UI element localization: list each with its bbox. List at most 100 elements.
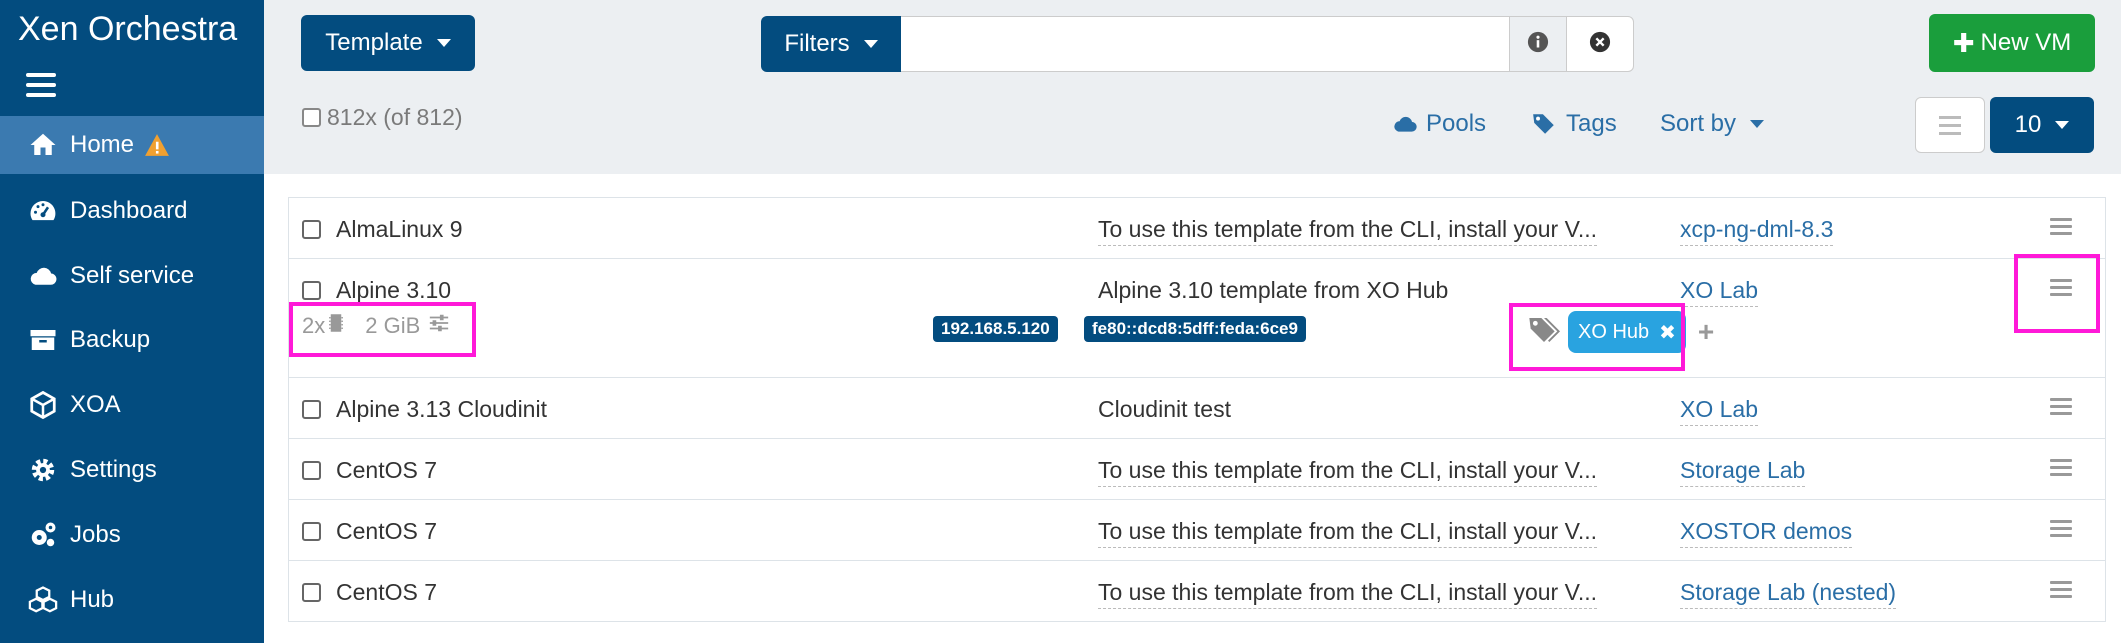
home-icon <box>26 130 60 160</box>
template-name[interactable]: Alpine 3.10 <box>336 277 451 304</box>
cpu-icon <box>329 312 344 340</box>
row-checkbox[interactable] <box>302 583 321 602</box>
pool-link[interactable]: XO Lab <box>1680 277 1758 307</box>
warning-icon <box>144 132 170 158</box>
pool-link[interactable]: xcp-ng-dml-8.3 <box>1680 216 1834 246</box>
row-checkbox[interactable] <box>302 400 321 419</box>
template-description[interactable]: To use this template from the CLI, insta… <box>1098 216 1597 246</box>
sidebar-item-home[interactable]: Home <box>0 116 264 174</box>
add-tag-icon[interactable]: + <box>1698 316 1714 348</box>
pool-link[interactable]: Storage Lab (nested) <box>1680 579 1897 609</box>
row-menu-icon[interactable] <box>2050 279 2072 297</box>
sidebar-item-label: Hub <box>70 586 115 613</box>
table-row[interactable]: CentOS 7 To use this template from the C… <box>289 439 2105 500</box>
gear-icon <box>26 455 60 485</box>
sort-label: Sort by <box>1660 110 1737 137</box>
tags-filter[interactable]: Tags <box>1530 110 1617 138</box>
tag-list: XO Hub ✖ + <box>1526 311 1714 353</box>
selection-count: 812x (of 812) <box>327 104 463 130</box>
table-row[interactable]: Alpine 3.10 Alpine 3.10 template from XO… <box>289 259 2105 378</box>
pool-link[interactable]: XO Lab <box>1680 396 1758 426</box>
row-menu-icon[interactable] <box>2050 398 2072 416</box>
template-name[interactable]: CentOS 7 <box>336 457 437 484</box>
bulk-actions-button[interactable] <box>1915 97 1985 153</box>
template-list: AlmaLinux 9 To use this template from th… <box>288 197 2106 622</box>
cpu-count: 2x <box>302 313 326 338</box>
table-row[interactable]: AlmaLinux 9 To use this template from th… <box>289 198 2105 259</box>
tags-icon <box>1526 314 1562 351</box>
tags-icon <box>1533 114 1554 134</box>
sidebar-item-label: Self service <box>70 262 195 289</box>
template-name[interactable]: Alpine 3.13 Cloudinit <box>336 396 547 423</box>
row-checkbox[interactable] <box>302 220 321 239</box>
archive-icon <box>26 325 60 355</box>
row-menu-icon[interactable] <box>2050 520 2072 538</box>
tag-label: XO Hub <box>1578 320 1650 343</box>
template-name[interactable]: AlmaLinux 9 <box>336 216 463 243</box>
pools-filter[interactable]: Pools <box>1392 110 1486 138</box>
filters-dropdown-label: Filters <box>784 30 850 57</box>
sidebar-item-self-service[interactable]: Self service <box>0 247 264 305</box>
pool-link[interactable]: Storage Lab <box>1680 457 1806 487</box>
menu-toggle-icon[interactable] <box>26 73 56 97</box>
sidebar-item-label: Dashboard <box>70 197 188 224</box>
app-title[interactable]: Xen Orchestra <box>18 10 237 49</box>
sidebar-item-jobs[interactable]: Jobs <box>0 506 264 564</box>
row-menu-icon[interactable] <box>2050 218 2072 236</box>
chevron-down-icon <box>436 39 451 47</box>
table-row[interactable]: Alpine 3.13 Cloudinit Cloudinit test XO … <box>289 378 2105 439</box>
template-description[interactable]: To use this template from the CLI, insta… <box>1098 518 1597 548</box>
sidebar-item-backup[interactable]: Backup <box>0 311 264 369</box>
pool-link[interactable]: XOSTOR demos <box>1680 518 1853 548</box>
row-menu-icon[interactable] <box>2050 459 2072 477</box>
sidebar-item-xoa[interactable]: XOA <box>0 376 264 434</box>
list-icon <box>1939 115 1961 135</box>
sidebar-item-dashboard[interactable]: Dashboard <box>0 182 264 240</box>
template-name[interactable]: CentOS 7 <box>336 579 437 606</box>
filter-help-button[interactable] <box>1509 16 1567 72</box>
row-checkbox[interactable] <box>302 522 321 541</box>
chevron-down-icon <box>2055 121 2070 129</box>
tag-chip[interactable]: XO Hub ✖ <box>1568 311 1686 353</box>
sidebar-item-label: Jobs <box>70 521 121 548</box>
cloud-icon <box>1394 116 1417 132</box>
table-row[interactable]: CentOS 7 To use this template from the C… <box>289 561 2105 622</box>
template-specs[interactable]: 2x 2 GiB <box>302 312 450 340</box>
page-size-dropdown[interactable]: 10 <box>1990 97 2094 153</box>
sidebar-item-hub[interactable]: Hub <box>0 571 264 629</box>
template-name[interactable]: CentOS 7 <box>336 518 437 545</box>
info-icon <box>1527 31 1549 58</box>
remove-tag-icon[interactable]: ✖ <box>1659 320 1676 345</box>
memory-size: 2 GiB <box>365 313 421 338</box>
sort-dropdown[interactable]: Sort by <box>1660 110 1765 138</box>
sidebar-item-settings[interactable]: Settings <box>0 441 264 499</box>
new-vm-label: New VM <box>1980 29 2072 56</box>
sidebar-item-label: Home <box>70 131 135 158</box>
table-row[interactable]: CentOS 7 To use this template from the C… <box>289 500 2105 561</box>
row-menu-icon[interactable] <box>2050 581 2072 599</box>
select-all-checkbox[interactable] <box>302 108 321 127</box>
pools-label: Pools <box>1426 110 1487 137</box>
plus-icon: ✚ <box>1952 27 1975 58</box>
template-description[interactable]: To use this template from the CLI, insta… <box>1098 457 1597 487</box>
sidebar: Xen Orchestra Home Dashboard Self servic… <box>0 0 264 643</box>
select-all[interactable]: 812x (of 812) <box>302 104 463 131</box>
sidebar-item-label: Settings <box>70 456 157 483</box>
template-description[interactable]: To use this template from the CLI, insta… <box>1098 579 1597 609</box>
template-description[interactable]: Alpine 3.10 template from XO Hub <box>1098 277 1448 306</box>
cloud-icon <box>26 261 60 291</box>
sliders-icon[interactable] <box>428 312 450 340</box>
row-checkbox[interactable] <box>302 281 321 300</box>
filters-dropdown[interactable]: Filters <box>761 16 901 72</box>
chevron-down-icon <box>1750 120 1765 128</box>
row-checkbox[interactable] <box>302 461 321 480</box>
chevron-down-icon <box>863 40 878 48</box>
filter-input[interactable] <box>901 16 1509 72</box>
new-vm-button[interactable]: ✚ New VM <box>1929 14 2095 72</box>
cubes-icon <box>26 585 60 615</box>
dashboard-icon <box>26 196 60 226</box>
sidebar-item-label: XOA <box>70 391 121 418</box>
template-description[interactable]: Cloudinit test <box>1098 396 1231 425</box>
clear-filter-button[interactable] <box>1566 16 1634 72</box>
type-dropdown[interactable]: Template <box>301 15 475 71</box>
